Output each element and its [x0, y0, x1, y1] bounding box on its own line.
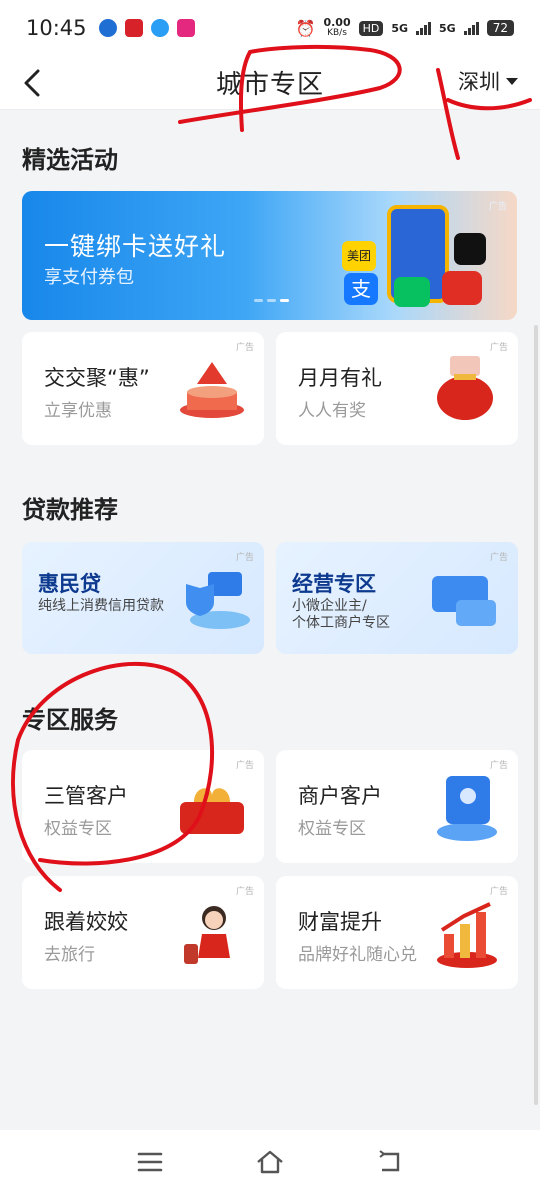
- ad-tag: 广告: [488, 202, 507, 212]
- status-time: 10:45: [26, 16, 87, 40]
- back-arrow-icon: [24, 69, 40, 97]
- back-button[interactable]: [22, 66, 62, 100]
- app-header: 城市专区 深圳: [0, 56, 540, 110]
- wechat-icon: [394, 277, 430, 307]
- card-subtitle: 权益专区: [44, 819, 112, 839]
- ad-tag: 广告: [235, 553, 254, 563]
- promo-card-jiaojiao-hui[interactable]: 交交聚“惠” 立享优惠 广告: [22, 332, 264, 445]
- loan-card-huimindai[interactable]: 惠民贷 纯线上消费信用贷款 广告: [22, 542, 264, 654]
- section-title-loans: 贷款推荐: [22, 496, 118, 524]
- pinduoduo-icon: [442, 271, 482, 305]
- speed-unit: KB/s: [327, 28, 347, 38]
- red-envelope-bag-icon: [437, 356, 493, 420]
- ad-tag: 广告: [235, 761, 254, 771]
- app-notification-icon: [150, 19, 169, 37]
- signal-icon: [416, 21, 432, 35]
- banner-subtitle: 享支付券包: [44, 267, 134, 288]
- card-title: 商户客户: [298, 784, 382, 808]
- loan-title: 惠民贷: [38, 572, 101, 596]
- ad-tag: 广告: [489, 553, 508, 563]
- promo-card-monthly-gift[interactable]: 月月有礼 人人有奖 广告: [276, 332, 518, 445]
- app-notification-icon: [98, 19, 117, 37]
- scrollbar[interactable]: [534, 325, 538, 1105]
- business-document-icon: [432, 576, 496, 626]
- ad-tag: 广告: [489, 343, 508, 353]
- card-subtitle: 品牌好礼随心兑: [298, 945, 417, 965]
- card-subtitle: 权益专区: [298, 819, 366, 839]
- wealth-growth-icon: [437, 902, 497, 968]
- gift-podium-icon: [180, 362, 244, 418]
- loan-subtitle: 纯线上消费信用贷款: [38, 598, 164, 614]
- alipay-icon: 支: [344, 273, 378, 305]
- city-selector[interactable]: 深圳: [458, 66, 518, 96]
- banner-title: 一键绑卡送好礼: [44, 232, 227, 261]
- service-card-wealth[interactable]: 财富提升 品牌好礼随心兑 广告: [276, 876, 518, 989]
- return-icon: [379, 1150, 400, 1172]
- system-nav-bar: [0, 1130, 540, 1194]
- alarm-icon: ⏰: [295, 18, 316, 38]
- gift-box-icon: [180, 788, 244, 834]
- app-notification-icon: [124, 19, 143, 37]
- credit-card-shield-icon: [186, 572, 250, 629]
- network-type-b: 5G: [439, 21, 456, 35]
- section-title-services: 专区服务: [22, 706, 118, 734]
- hd-badge: HD: [358, 20, 384, 36]
- ad-tag: 广告: [235, 887, 254, 897]
- promo-banner[interactable]: 一键绑卡送好礼 享支付券包 广告 美团 支: [22, 191, 517, 320]
- ad-tag: 广告: [235, 343, 254, 353]
- service-card-sanguan[interactable]: 三管客户 权益专区 广告: [22, 750, 264, 863]
- status-bar: 10:45 ⏰ 0.00 KB/s HD 5G 5G 72: [0, 0, 540, 56]
- service-card-merchant[interactable]: 商户客户 权益专区 广告: [276, 750, 518, 863]
- home-icon: [257, 1150, 283, 1174]
- city-label: 深圳: [458, 70, 500, 94]
- return-button[interactable]: [370, 1142, 410, 1182]
- card-title: 月月有礼: [298, 366, 382, 390]
- card-title: 财富提升: [298, 910, 382, 934]
- travel-girl-icon: [184, 906, 230, 964]
- app-notification-icon: [176, 19, 195, 37]
- service-card-travel[interactable]: 跟着姣姣 去旅行 广告: [22, 876, 264, 989]
- card-title: 交交聚“惠”: [44, 366, 150, 390]
- loan-subtitle-line1: 小微企业主/: [292, 598, 367, 614]
- menu-button[interactable]: [130, 1142, 170, 1182]
- card-title: 跟着姣姣: [44, 910, 128, 934]
- network-speed: 0.00 KB/s: [323, 17, 350, 39]
- card-subtitle: 去旅行: [44, 945, 95, 965]
- ad-tag: 广告: [489, 887, 508, 897]
- card-title: 三管客户: [44, 784, 128, 808]
- speed-value: 0.00: [323, 16, 351, 29]
- status-indicators: ⏰ 0.00 KB/s HD 5G 5G 72: [296, 17, 514, 39]
- loan-card-business[interactable]: 经营专区 小微企业主/ 个体工商户专区 广告: [276, 542, 518, 654]
- network-type-a: 5G: [391, 21, 409, 35]
- home-button[interactable]: [250, 1142, 290, 1182]
- douyin-icon: [454, 233, 486, 265]
- card-subtitle: 立享优惠: [44, 401, 112, 421]
- caret-down-icon: [506, 77, 518, 85]
- page-title: 城市专区: [215, 70, 324, 100]
- status-app-icons: [98, 19, 195, 37]
- merchant-profile-icon: [437, 776, 497, 841]
- loan-title: 经营专区: [292, 572, 376, 596]
- menu-icon: [137, 1152, 163, 1172]
- meituan-icon: 美团: [342, 241, 376, 271]
- section-title-featured: 精选活动: [22, 146, 118, 174]
- signal-icon: [463, 21, 479, 35]
- card-subtitle: 人人有奖: [298, 401, 366, 421]
- battery-level: 72: [486, 20, 514, 36]
- loan-subtitle-line2: 个体工商户专区: [292, 615, 390, 631]
- banner-pager: [254, 299, 289, 302]
